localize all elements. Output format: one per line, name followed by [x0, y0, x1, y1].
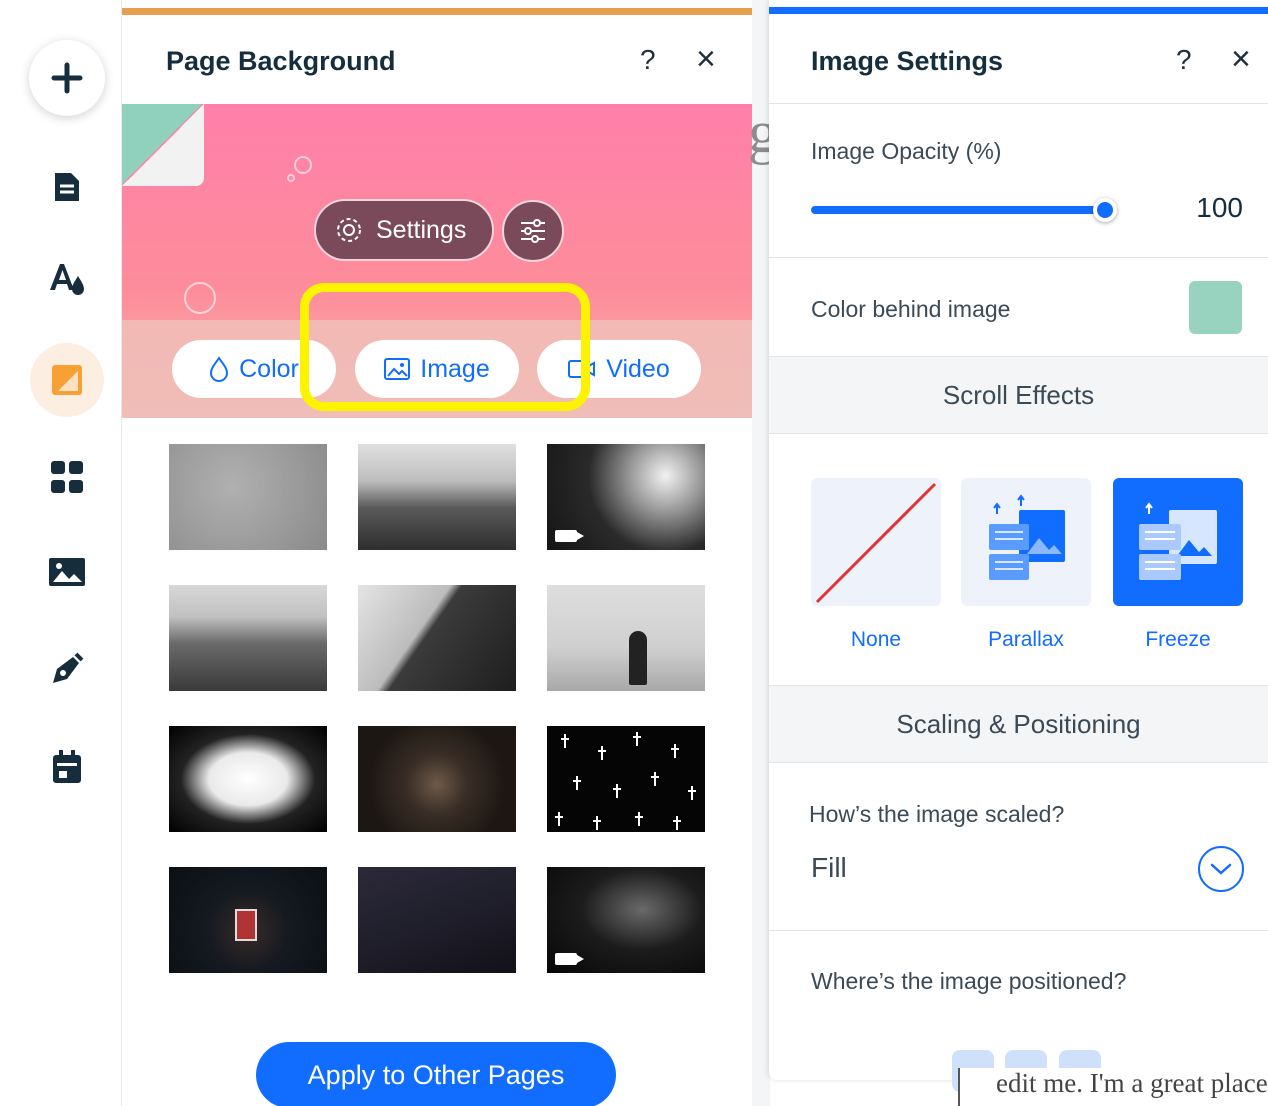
image-thumbnail-guitarist[interactable] — [547, 585, 705, 691]
page-background-panel: Page Background ? × Settings Color Image… — [122, 0, 752, 1106]
image-thumbnail-dark[interactable] — [169, 867, 327, 973]
image-thumbnail-forest[interactable] — [358, 444, 516, 550]
none-slash-icon — [815, 482, 937, 604]
image-settings-panel: Image Settings ? × Image Opacity (%) 100… — [769, 0, 1268, 1092]
help-icon[interactable]: ? — [1176, 44, 1192, 76]
effect-none-card[interactable] — [811, 478, 941, 606]
bubble-decoration — [184, 282, 216, 314]
color-behind-swatch[interactable] — [1189, 281, 1242, 334]
add-elements-button[interactable] — [29, 40, 105, 116]
opacity-slider-handle[interactable] — [1093, 198, 1117, 222]
background-icon — [52, 365, 82, 395]
image-icon — [49, 558, 85, 586]
page-icon — [55, 173, 79, 201]
background-button[interactable] — [30, 343, 104, 417]
video-camera-icon — [555, 530, 584, 542]
opacity-value[interactable]: 100 — [1169, 192, 1243, 224]
video-camera-icon — [555, 953, 584, 965]
scaling-positioning-header: Scaling & Positioning — [769, 685, 1268, 763]
gear-icon — [337, 218, 361, 242]
tab-color-label: Color — [239, 354, 299, 383]
panel-title: Image Settings — [811, 46, 1004, 76]
freeze-icon — [1139, 502, 1217, 580]
pages-button[interactable] — [30, 150, 104, 224]
theme-button[interactable] — [30, 242, 104, 316]
apply-to-other-pages-button[interactable]: Apply to Other Pages — [256, 1042, 616, 1106]
plus-icon — [51, 62, 83, 94]
position-question: Where’s the image positioned? — [811, 968, 1127, 994]
close-icon[interactable]: × — [696, 40, 716, 79]
close-icon[interactable]: × — [1231, 40, 1251, 79]
scale-dropdown-button[interactable] — [1198, 846, 1244, 892]
scale-question: How’s the image scaled? — [809, 801, 1065, 827]
image-thumbnail-window[interactable] — [169, 726, 327, 832]
image-thumbnail-portrait[interactable] — [358, 726, 516, 832]
font-color-icon — [50, 264, 84, 295]
divider — [769, 930, 1268, 931]
video-thumbnail-fabric[interactable] — [547, 867, 705, 973]
bubble-decoration — [287, 174, 295, 182]
scroll-effects-header: Scroll Effects — [769, 356, 1268, 434]
apps-grid-icon — [51, 461, 83, 493]
apps-button[interactable] — [30, 440, 104, 514]
video-thumbnail-clouds[interactable] — [547, 444, 705, 550]
settings-label: Settings — [376, 215, 467, 244]
blog-button[interactable] — [30, 632, 104, 706]
calendar-icon — [53, 750, 81, 783]
silhouette — [629, 631, 647, 685]
panel-accent-bar — [769, 7, 1268, 14]
bookings-button[interactable] — [30, 730, 104, 804]
image-tab-highlight — [300, 283, 590, 411]
editor-toolbar — [0, 0, 122, 1106]
settings-button[interactable]: Settings — [314, 199, 494, 261]
adjust-button[interactable] — [502, 200, 564, 262]
sliders-icon — [521, 219, 545, 243]
page-curl-corner — [122, 104, 202, 184]
parallax-icon — [989, 494, 1065, 580]
poster — [235, 909, 257, 941]
image-thumbnail-building[interactable] — [358, 585, 516, 691]
divider — [769, 103, 1268, 104]
effect-freeze-card[interactable] — [1113, 478, 1243, 606]
effect-parallax-card[interactable] — [961, 478, 1091, 606]
canvas-body-text: edit me. I'm a great place — [958, 1068, 1268, 1106]
image-thumbnail-objects[interactable] — [358, 867, 516, 973]
panel-title: Page Background — [166, 46, 396, 76]
image-thumbnail-city[interactable] — [169, 585, 327, 691]
cactus-pattern — [555, 732, 696, 830]
pen-icon — [53, 652, 84, 683]
panel-accent-bar — [122, 8, 752, 15]
drop-icon — [210, 356, 229, 382]
help-icon[interactable]: ? — [640, 44, 656, 76]
color-behind-label: Color behind image — [811, 296, 1011, 322]
image-thumbnail-texture[interactable] — [169, 444, 327, 550]
divider — [769, 257, 1268, 258]
media-button[interactable] — [30, 535, 104, 609]
bubble-decoration — [294, 156, 312, 174]
effect-parallax-label[interactable]: Parallax — [961, 628, 1091, 652]
image-thumbnail-cactus[interactable] — [547, 726, 705, 832]
effect-freeze-label[interactable]: Freeze — [1113, 628, 1243, 652]
tab-video-label: Video — [606, 354, 670, 383]
opacity-label: Image Opacity (%) — [811, 138, 1002, 164]
effect-none-label[interactable]: None — [811, 628, 941, 652]
chevron-down-icon — [1210, 863, 1232, 875]
opacity-slider-track[interactable] — [811, 206, 1107, 214]
scale-dropdown-value[interactable]: Fill — [811, 852, 847, 884]
